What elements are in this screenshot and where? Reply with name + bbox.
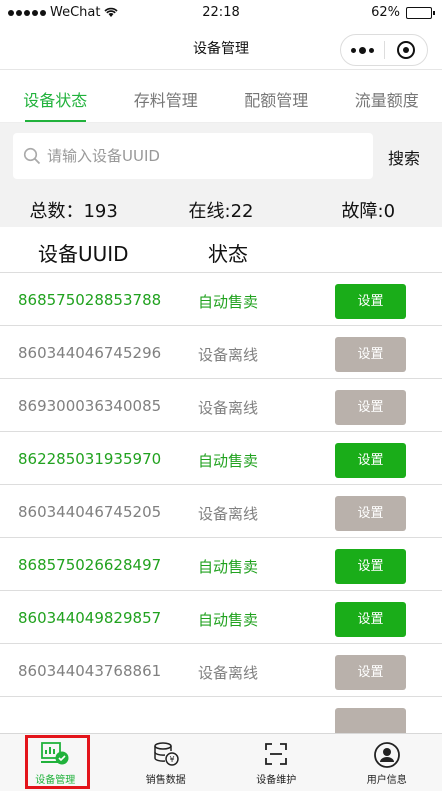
search-button[interactable]: 搜索 [388, 145, 420, 169]
tabbar-label: 用户信息 [366, 775, 407, 786]
user-info-icon [373, 742, 400, 768]
more-options-button[interactable] [341, 35, 384, 65]
table-row: 868575026628497 自动售卖 设置 [0, 538, 442, 591]
tab-quota-management[interactable]: 配额管理 [221, 71, 332, 122]
settings-button[interactable]: 设置 [335, 284, 406, 319]
device-status: 自动售卖 [198, 452, 259, 470]
search-area: 搜索 [0, 123, 442, 191]
device-list: 868575028853788 自动售卖 设置 860344046745296 … [0, 273, 442, 733]
table-row: 860344043768861 设备离线 设置 [0, 644, 442, 697]
device-uuid: 860344046745205 [18, 503, 162, 521]
close-target-icon [396, 41, 415, 59]
online-count: 在线:22 [188, 201, 254, 222]
search-icon [23, 147, 41, 165]
device-status: 设备离线 [198, 664, 259, 682]
settings-button[interactable]: 设置 [335, 655, 406, 690]
navigation-bar: 设备管理 [0, 26, 442, 70]
device-uuid: 860344043768861 [18, 662, 162, 680]
tabbar-item-device-maintenance[interactable]: 设备维护 [221, 734, 332, 791]
bottom-tab-bar: 设备管理 ¥ 销售数据 设备维护 用户信息 [0, 733, 442, 791]
tabbar-item-user-info[interactable]: 用户信息 [332, 734, 442, 791]
battery-percent: 62% [371, 5, 400, 20]
table-row: 869300036340085 设备离线 设置 [0, 379, 442, 432]
tab-device-status[interactable]: 设备状态 [0, 71, 111, 122]
column-header-uuid: 设备UUID [38, 242, 129, 266]
tab-stock-management[interactable]: 存料管理 [111, 71, 222, 122]
sales-data-icon: ¥ [154, 742, 179, 766]
mini-program-capsule [340, 34, 428, 66]
table-row: 868575028853788 自动售卖 设置 [0, 273, 442, 326]
device-status: 自动售卖 [198, 558, 259, 576]
device-uuid: 860344046745296 [18, 344, 162, 362]
device-uuid: 868575028853788 [18, 291, 162, 309]
status-bar: WeChat 22:18 62% [0, 0, 442, 26]
table-row-partial [0, 697, 442, 733]
search-input[interactable] [47, 147, 347, 165]
top-tabs: 设备状态 存料管理 配额管理 流量额度 [0, 71, 442, 123]
settings-button[interactable]: 设置 [335, 602, 406, 637]
table-row: 862285031935970 自动售卖 设置 [0, 432, 442, 485]
device-uuid: 869300036340085 [18, 397, 162, 415]
device-status: 自动售卖 [198, 293, 259, 311]
device-manage-icon [41, 742, 69, 765]
settings-button[interactable]: 设置 [335, 549, 406, 584]
device-uuid: 862285031935970 [18, 450, 162, 468]
table-header: 设备UUID 状态 [0, 228, 442, 273]
settings-button[interactable]: 设置 [335, 337, 406, 372]
device-summary: 总数：193 在线:22 故障:0 [0, 191, 442, 227]
settings-button[interactable]: 设置 [335, 390, 406, 425]
tabbar-label: 设备管理 [35, 775, 76, 786]
svg-text:¥: ¥ [169, 755, 174, 764]
device-uuid: 868575026628497 [18, 556, 162, 574]
device-status: 设备离线 [198, 399, 259, 417]
tabbar-label: 销售数据 [145, 775, 186, 786]
fault-count: 故障:0 [341, 201, 396, 222]
total-count: 总数：193 [29, 201, 118, 222]
table-row: 860344049829857 自动售卖 设置 [0, 591, 442, 644]
column-header-status: 状态 [208, 242, 248, 266]
tabbar-item-device-manage[interactable]: 设备管理 [0, 734, 111, 791]
device-status: 设备离线 [198, 346, 259, 364]
tabbar-item-sales-data[interactable]: ¥ 销售数据 [111, 734, 222, 791]
settings-button[interactable]: 设置 [335, 496, 406, 531]
search-box [13, 133, 373, 179]
device-maintenance-icon [265, 743, 288, 765]
table-row: 860344046745205 设备离线 设置 [0, 485, 442, 538]
device-uuid: 860344049829857 [18, 609, 162, 627]
tab-data-quota[interactable]: 流量额度 [332, 71, 442, 122]
table-row: 860344046745296 设备离线 设置 [0, 326, 442, 379]
device-status: 自动售卖 [198, 611, 259, 629]
battery-info: 62% [371, 5, 435, 20]
settings-button[interactable]: 设置 [335, 443, 406, 478]
device-status: 设备离线 [198, 505, 259, 523]
settings-button-partial[interactable] [335, 708, 406, 733]
close-miniprogram-button[interactable] [384, 35, 427, 65]
tabbar-label: 设备维护 [256, 775, 297, 786]
battery-icon [406, 6, 435, 19]
